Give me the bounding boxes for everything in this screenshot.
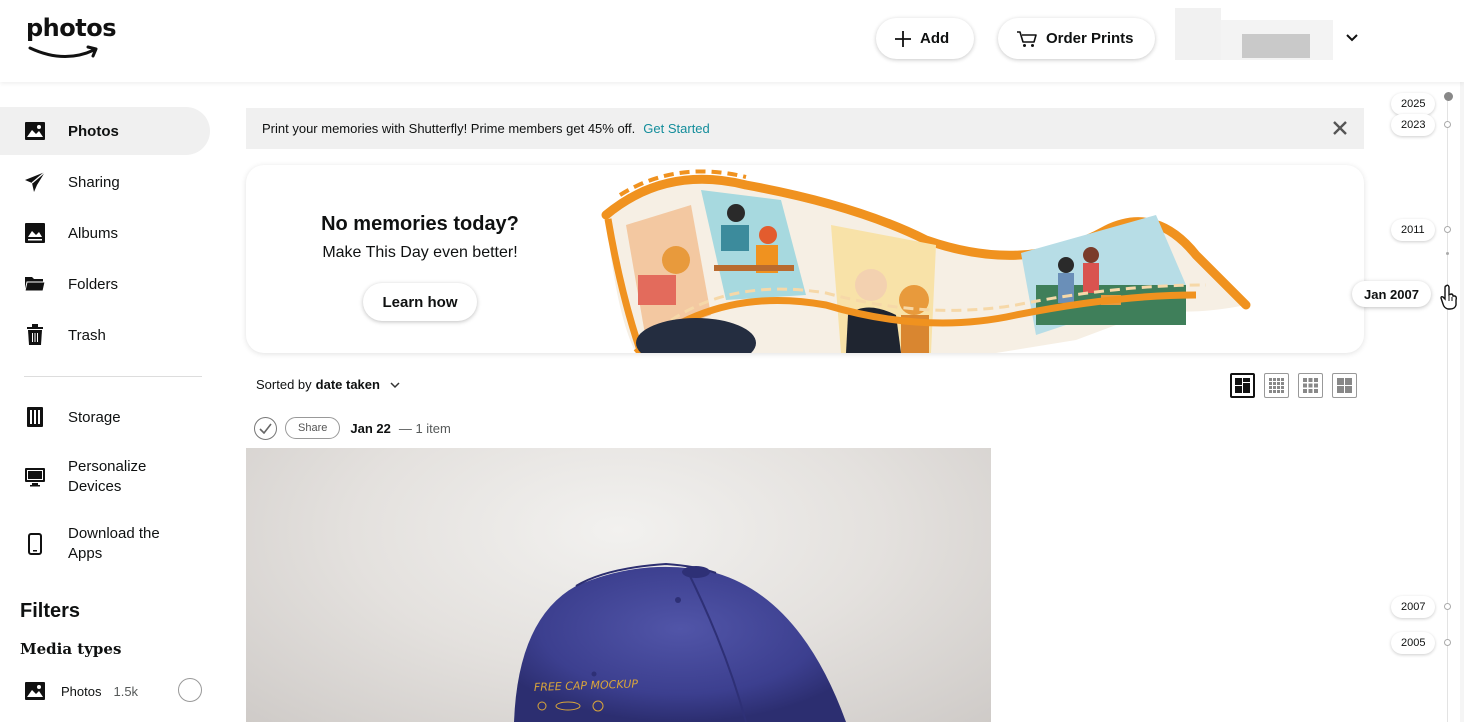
hand-cursor-icon (1440, 284, 1458, 310)
paper-plane-icon (24, 171, 46, 193)
date-group-header: Share Jan 22 — 1 item (254, 416, 451, 440)
smile-arrow-icon (28, 45, 98, 59)
grid-small-icon (1269, 378, 1284, 393)
sidebar-item-folders[interactable]: Folders (0, 260, 210, 308)
timeline-dot (1444, 603, 1451, 610)
page-scrollbar[interactable] (1460, 0, 1464, 722)
grid-large-icon (1235, 378, 1250, 393)
sidebar-item-label: Storage (68, 408, 121, 426)
sidebar-item-label: Download the Apps (68, 525, 160, 562)
film-strip-illustration (601, 169, 1251, 353)
cap-photo-image: FREE CAP MOCKUP (514, 562, 846, 722)
memories-title: No memories today? (321, 213, 519, 235)
media-type-photos-filter[interactable]: Photos 1.5k (24, 678, 204, 704)
monitor-icon (24, 466, 46, 488)
account-avatar[interactable] (1175, 8, 1333, 60)
get-started-link[interactable]: Get Started (643, 121, 709, 136)
learn-how-button[interactable]: Learn how (363, 283, 477, 321)
media-types-heading: Media types (20, 640, 122, 658)
sidebar-item-albums[interactable]: Albums (0, 209, 210, 257)
trash-icon (24, 324, 46, 346)
checkmark-icon (259, 423, 272, 434)
timeline-year-2025[interactable]: 2025 (1391, 93, 1436, 115)
plus-icon (895, 30, 911, 47)
square-grid-view-button[interactable] (1332, 373, 1357, 398)
grid-square-icon (1337, 378, 1352, 393)
timeline-year-2011[interactable]: 2011 (1391, 219, 1435, 241)
large-grid-view-button[interactable] (1230, 373, 1255, 398)
sort-dropdown[interactable]: Sorted by date taken (256, 377, 402, 392)
folder-icon (24, 273, 46, 295)
sidebar-divider (24, 376, 202, 377)
filters-heading: Filters (20, 600, 81, 622)
sidebar-item-personalize-devices[interactable]: Personalize Devices (0, 452, 210, 502)
order-prints-button[interactable]: Order Prints (998, 18, 1155, 59)
timeline-dot (1444, 121, 1451, 128)
select-group-checkbox[interactable] (254, 416, 277, 440)
close-icon[interactable] (1332, 120, 1348, 136)
sidebar-item-label: Photos (68, 122, 119, 140)
sidebar: Photos Sharing Albums Folders Trash Stor… (0, 82, 224, 722)
album-icon (24, 222, 46, 244)
timeline-top-marker (1444, 92, 1453, 101)
memories-subtitle: Make This Day even better! (322, 244, 518, 261)
sidebar-item-sharing[interactable]: Sharing (0, 158, 210, 206)
group-item-count: — 1 item (398, 420, 451, 436)
media-type-radio[interactable] (178, 678, 202, 702)
sort-value: date taken (315, 377, 380, 392)
sidebar-item-label: Sharing (68, 173, 120, 191)
photo-icon (25, 682, 45, 700)
banner-text: Print your memories with Shutterfly! Pri… (262, 121, 636, 136)
media-type-count: 1.5k (113, 683, 139, 699)
sidebar-item-trash[interactable]: Trash (0, 311, 210, 359)
top-header: photos Add Order Prints (0, 0, 1464, 82)
sidebar-item-label: Folders (68, 275, 119, 293)
chevron-down-icon (390, 381, 400, 388)
medium-grid-view-button[interactable] (1298, 373, 1323, 398)
sidebar-item-photos[interactable]: Photos (0, 107, 210, 155)
amazon-photos-logo[interactable]: photos (26, 14, 117, 64)
sidebar-item-storage[interactable]: Storage (0, 393, 210, 441)
chevron-down-icon[interactable] (1344, 30, 1360, 46)
sidebar-item-label: Personalize Devices (68, 458, 147, 495)
memories-card: No memories today? Make This Day even be… (246, 165, 1364, 353)
logo-text: photos (26, 14, 117, 42)
timeline-current-date: Jan 2007 (1352, 281, 1431, 307)
sidebar-item-download-apps[interactable]: Download the Apps (0, 519, 210, 569)
timeline-year-2023[interactable]: 2023 (1391, 114, 1436, 136)
grid-medium-icon (1303, 378, 1318, 393)
cart-icon (1017, 30, 1037, 47)
small-grid-view-button[interactable] (1264, 373, 1289, 398)
timeline-dot (1446, 252, 1449, 255)
view-size-toggle (1230, 373, 1357, 398)
add-button[interactable]: Add (876, 18, 974, 59)
order-prints-label: Order Prints (1046, 30, 1134, 47)
shutterfly-banner: Print your memories with Shutterfly! Pri… (246, 108, 1364, 149)
share-group-button[interactable]: Share (285, 417, 341, 439)
sidebar-item-label: Albums (68, 224, 119, 242)
sort-prefix: Sorted by (256, 377, 312, 392)
timeline-year-2007[interactable]: 2007 (1391, 596, 1436, 618)
photo-thumbnail[interactable]: FREE CAP MOCKUP (246, 448, 991, 722)
timeline-dot (1444, 639, 1451, 646)
storage-icon (24, 406, 46, 428)
photo-icon (24, 120, 46, 142)
add-button-label: Add (920, 30, 950, 47)
sidebar-item-label: Trash (68, 326, 106, 344)
media-type-label: Photos (61, 683, 102, 699)
timeline-track[interactable] (1447, 96, 1448, 722)
timeline-dot (1444, 226, 1451, 233)
timeline-year-2005[interactable]: 2005 (1391, 632, 1436, 654)
group-date: Jan 22 (350, 420, 391, 436)
phone-icon (24, 533, 46, 555)
